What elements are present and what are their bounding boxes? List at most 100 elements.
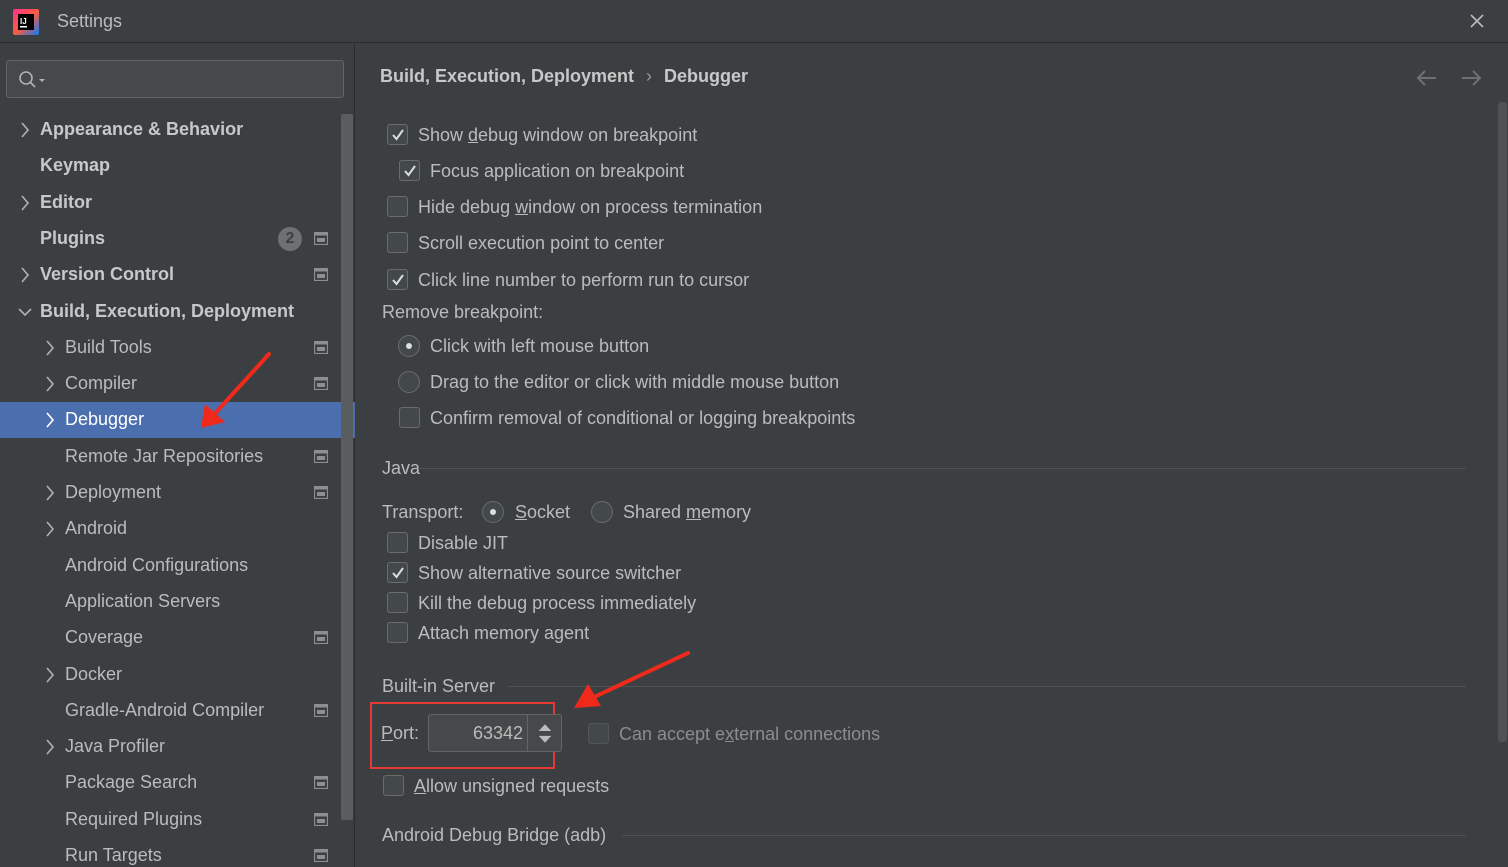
breadcrumb-parent[interactable]: Build, Execution, Deployment xyxy=(380,66,634,86)
transport-label: Transport: xyxy=(382,502,464,522)
plugins-update-badge: 2 xyxy=(278,227,302,251)
breadcrumb: Build, Execution, Deployment › Debugger xyxy=(380,66,748,87)
remove-breakpoint-title: Remove breakpoint: xyxy=(382,302,544,322)
sidebar-item-build-tools[interactable]: Build Tools xyxy=(0,330,340,366)
focus-application-checkbox[interactable] xyxy=(399,160,420,181)
back-arrow-icon[interactable] xyxy=(1414,66,1440,90)
sidebar-item-java-profiler[interactable]: Java Profiler xyxy=(0,729,340,765)
sidebar-item-label: Required Plugins xyxy=(65,809,203,829)
chevron-right-icon[interactable] xyxy=(43,666,57,684)
chevron-right-icon[interactable] xyxy=(43,484,57,502)
project-level-icon xyxy=(314,704,328,717)
checkmark-icon xyxy=(392,567,404,579)
sidebar-item-label: Package Search xyxy=(65,772,198,792)
chevron-right-icon[interactable] xyxy=(43,339,57,357)
click-left-mouse-label: Click with left mouse button xyxy=(430,336,650,356)
sidebar-item-build-execution-deployment[interactable]: Build, Execution, Deployment xyxy=(0,294,340,330)
search-field[interactable] xyxy=(6,60,344,98)
click-left-mouse-radio[interactable] xyxy=(398,335,420,357)
shared-memory-radio[interactable] xyxy=(591,501,613,523)
sidebar-item-run-targets[interactable]: Run Targets xyxy=(0,838,340,867)
sidebar-item-label: Run Targets xyxy=(65,845,162,865)
sidebar-item-editor[interactable]: Editor xyxy=(0,185,340,221)
sidebar-item-remote-jar-repositories[interactable]: Remote Jar Repositories xyxy=(0,439,340,475)
adb-section-divider xyxy=(622,835,1466,836)
accept-external-checkbox[interactable] xyxy=(588,723,609,744)
chevron-down-icon[interactable] xyxy=(18,303,32,321)
confirm-removal-checkbox[interactable] xyxy=(399,407,420,428)
project-level-icon xyxy=(314,631,328,644)
port-input[interactable] xyxy=(437,720,523,746)
show-debug-window-label: Show debug window on breakpoint xyxy=(418,125,698,145)
svg-text:IJ: IJ xyxy=(20,17,27,26)
focus-application-label: Focus application on breakpoint xyxy=(430,161,685,181)
disable-jit-checkbox[interactable] xyxy=(387,532,408,553)
window-title: Settings xyxy=(57,11,123,31)
sidebar-item-gradle-android-compiler[interactable]: Gradle-Android Compiler xyxy=(0,693,340,729)
sidebar-item-deployment[interactable]: Deployment xyxy=(0,475,340,511)
sidebar-item-label: Remote Jar Repositories xyxy=(65,446,264,466)
sidebar-item-label: Docker xyxy=(65,664,123,684)
breadcrumb-current: Debugger xyxy=(664,66,749,86)
scroll-execution-checkbox[interactable] xyxy=(387,232,408,253)
checkmark-icon xyxy=(392,129,404,141)
sidebar-item-docker[interactable]: Docker xyxy=(0,657,340,693)
sidebar-item-compiler[interactable]: Compiler xyxy=(0,366,340,402)
java-section-divider xyxy=(418,468,1466,469)
sidebar-item-keymap[interactable]: Keymap xyxy=(0,148,340,184)
chevron-right-icon[interactable] xyxy=(43,520,57,538)
attach-memory-label: Attach memory agent xyxy=(418,623,590,643)
hide-debug-window-checkbox[interactable] xyxy=(387,196,408,217)
sidebar-item-debugger[interactable]: Debugger xyxy=(0,402,355,438)
show-alt-source-checkbox[interactable] xyxy=(387,562,408,583)
sidebar-scrollbar[interactable] xyxy=(341,114,353,820)
chevron-right-icon[interactable] xyxy=(43,738,57,756)
checkmark-icon xyxy=(404,165,416,177)
sidebar-item-appearance-behavior[interactable]: Appearance & Behavior xyxy=(0,112,340,148)
sidebar-item-coverage[interactable]: Coverage xyxy=(0,620,340,656)
builtin-server-divider xyxy=(508,686,1466,687)
sidebar-item-android[interactable]: Android xyxy=(0,511,340,547)
project-level-icon xyxy=(314,232,328,245)
confirm-removal-label: Confirm removal of conditional or loggin… xyxy=(430,408,856,428)
close-icon[interactable] xyxy=(1464,8,1490,34)
sidebar-item-application-servers[interactable]: Application Servers xyxy=(0,584,340,620)
sidebar-item-label: Android xyxy=(65,518,128,538)
project-level-icon xyxy=(314,486,328,499)
content-scrollbar[interactable] xyxy=(1498,102,1507,742)
kill-debug-label: Kill the debug process immediately xyxy=(418,593,697,613)
sidebar-item-required-plugins[interactable]: Required Plugins xyxy=(0,802,340,838)
port-label: Port: xyxy=(381,723,420,743)
forward-arrow-icon[interactable] xyxy=(1458,66,1484,90)
chevron-right-icon[interactable] xyxy=(18,194,32,212)
sidebar-item-label: Gradle-Android Compiler xyxy=(65,700,265,720)
show-alt-source-label: Show alternative source switcher xyxy=(418,563,682,583)
drag-to-editor-radio[interactable] xyxy=(398,371,420,393)
sidebar-item-label: Deployment xyxy=(65,482,162,502)
sidebar-item-label: Build Tools xyxy=(65,337,152,357)
settings-content: Build, Execution, Deployment › Debugger Sh… xyxy=(356,44,1508,867)
allow-unsigned-checkbox[interactable] xyxy=(383,775,404,796)
sidebar-item-version-control[interactable]: Version Control xyxy=(0,257,340,293)
search-input[interactable] xyxy=(51,66,337,92)
chevron-right-icon[interactable] xyxy=(43,375,57,393)
attach-memory-checkbox[interactable] xyxy=(387,622,408,643)
chevron-right-icon[interactable] xyxy=(43,411,57,429)
port-stepper[interactable] xyxy=(428,714,562,752)
click-line-number-checkbox[interactable] xyxy=(387,269,408,290)
show-debug-window-checkbox[interactable] xyxy=(387,124,408,145)
kill-debug-checkbox[interactable] xyxy=(387,592,408,613)
sidebar-item-plugins[interactable]: Plugins 2 xyxy=(0,221,340,257)
project-level-icon xyxy=(314,849,328,862)
chevron-right-icon[interactable] xyxy=(18,121,32,139)
sidebar-item-label: Version Control xyxy=(40,264,175,284)
chevron-right-icon[interactable] xyxy=(18,266,32,284)
spinner-arrows-icon[interactable] xyxy=(527,715,562,751)
socket-radio[interactable] xyxy=(482,501,504,523)
search-icon[interactable] xyxy=(17,69,47,91)
sidebar-item-label: Appearance & Behavior xyxy=(40,119,244,139)
java-section-title: Java xyxy=(382,458,421,478)
sidebar-item-label: Keymap xyxy=(40,155,111,175)
sidebar-item-package-search[interactable]: Package Search xyxy=(0,765,340,801)
sidebar-item-android-configurations[interactable]: Android Configurations xyxy=(0,548,340,584)
